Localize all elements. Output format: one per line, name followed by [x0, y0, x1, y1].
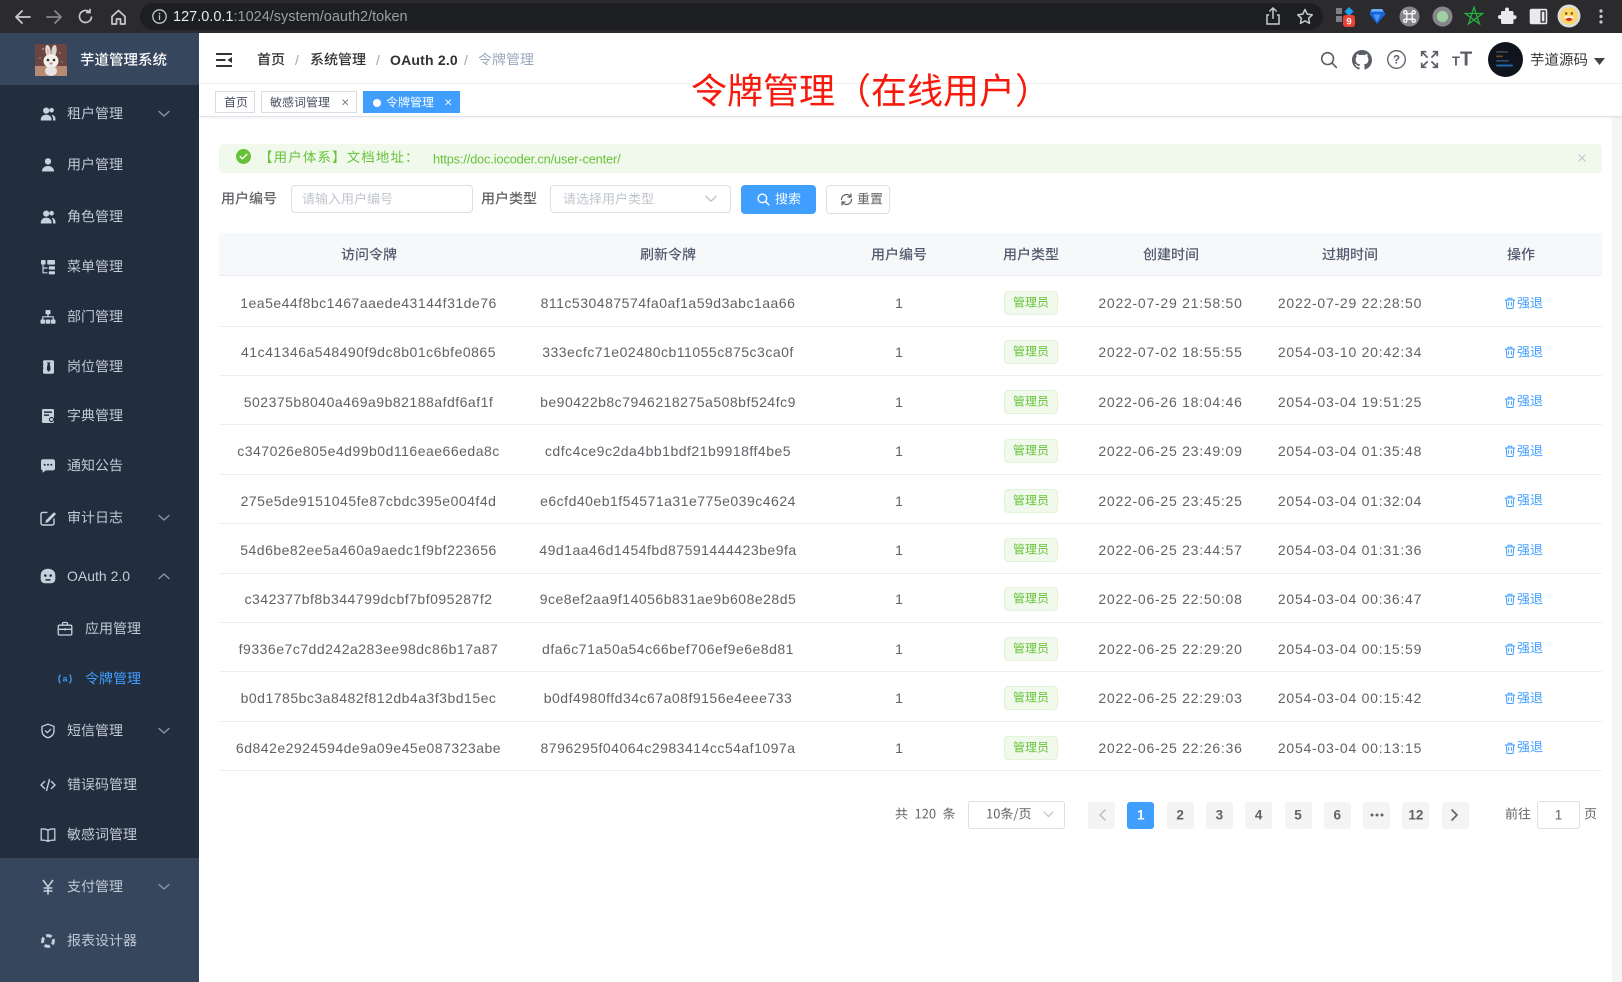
svg-text:?: ?: [1393, 55, 1400, 67]
svg-text:a: a: [63, 674, 68, 684]
svg-text:9: 9: [1346, 17, 1351, 28]
